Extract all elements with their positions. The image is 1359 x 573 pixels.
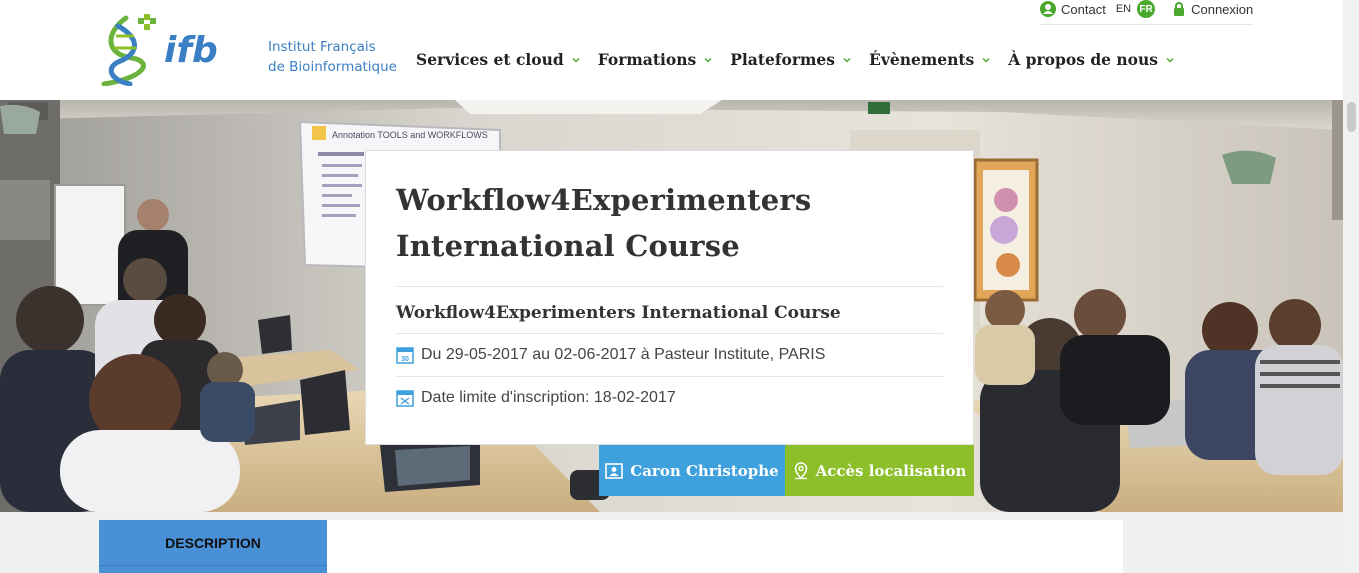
contact-person-button[interactable]: Caron Christophe bbox=[599, 445, 785, 496]
nav-evenements-label: Évènements bbox=[869, 50, 975, 69]
nav-evenements[interactable]: Évènements bbox=[869, 50, 990, 69]
topbar-divider bbox=[1040, 24, 1253, 25]
scrollbar[interactable] bbox=[1343, 0, 1359, 573]
calendar-deadline-icon bbox=[396, 390, 414, 407]
event-dates-row: 30 Du 29-05-2017 au 02-06-2017 à Pasteur… bbox=[396, 334, 943, 376]
ifb-logo[interactable]: ifb bbox=[96, 14, 241, 87]
scrollbar-thumb[interactable] bbox=[1347, 102, 1356, 132]
page: Annotation TOOLS and WORKFLOWS ifb Insti… bbox=[0, 0, 1359, 573]
tab-indicator bbox=[99, 565, 327, 573]
site-header: ifb Institut Français de Bioinformatique… bbox=[0, 0, 1343, 100]
nav-services[interactable]: Services et cloud bbox=[416, 50, 580, 69]
contact-card-icon bbox=[605, 462, 624, 479]
brand-name[interactable]: Institut Français de Bioinformatique bbox=[268, 37, 397, 77]
nav-a-propos-label: À propos de nous bbox=[1008, 50, 1159, 69]
map-pin-icon bbox=[794, 461, 807, 479]
calendar-day-text: 30 bbox=[401, 356, 409, 363]
nav-formations-label: Formations bbox=[597, 50, 697, 69]
slide-title-text: Annotation TOOLS and WORKFLOWS bbox=[332, 130, 488, 140]
contact-link[interactable]: Contact bbox=[1061, 2, 1106, 17]
top-utility-bar: Contact EN FR Connexion bbox=[1040, 0, 1253, 18]
brand-line1: Institut Français bbox=[268, 39, 376, 55]
nav-a-propos[interactable]: À propos de nous bbox=[1008, 50, 1174, 69]
chevron-down-icon bbox=[1166, 57, 1174, 62]
contact-person-label: Caron Christophe bbox=[630, 461, 779, 480]
event-title: Workflow4Experimenters International Cou… bbox=[396, 183, 812, 263]
tab-description[interactable]: DESCRIPTION bbox=[99, 520, 327, 565]
chevron-down-icon bbox=[572, 57, 580, 62]
tab-description-label: DESCRIPTION bbox=[165, 534, 261, 551]
event-deadline: Date limite d'inscription: 18-02-2017 bbox=[421, 389, 676, 406]
user-icon bbox=[1040, 1, 1056, 17]
lang-en-link[interactable]: EN bbox=[1116, 3, 1131, 15]
chevron-down-icon bbox=[843, 57, 851, 62]
lang-fr-link[interactable]: FR bbox=[1137, 0, 1156, 18]
chevron-down-icon bbox=[704, 57, 712, 62]
event-subtitle: Workflow4Experimenters International Cou… bbox=[396, 303, 841, 323]
chevron-down-icon bbox=[982, 57, 990, 62]
lock-icon bbox=[1174, 2, 1185, 16]
login-link[interactable]: Connexion bbox=[1191, 2, 1253, 17]
nav-plateformes[interactable]: Plateformes bbox=[730, 50, 851, 69]
nav-plateformes-label: Plateformes bbox=[730, 50, 836, 69]
logo-wordmark: ifb bbox=[164, 30, 218, 71]
event-deadline-row: Date limite d'inscription: 18-02-2017 bbox=[396, 377, 943, 419]
nav-services-label: Services et cloud bbox=[416, 50, 564, 69]
brand-line2: de Bioinformatique bbox=[268, 59, 397, 75]
event-dates: Du 29-05-2017 au 02-06-2017 à Pasteur In… bbox=[421, 346, 826, 363]
nav-formations[interactable]: Formations bbox=[598, 50, 713, 69]
event-card: Workflow4Experimenters International Cou… bbox=[365, 150, 974, 445]
calendar-icon: 30 bbox=[396, 347, 414, 364]
divider bbox=[396, 286, 943, 287]
location-label: Accès localisation bbox=[815, 461, 967, 480]
location-button[interactable]: Accès localisation bbox=[785, 445, 974, 496]
main-nav: Services et cloud Formations Plateformes… bbox=[416, 50, 1192, 69]
